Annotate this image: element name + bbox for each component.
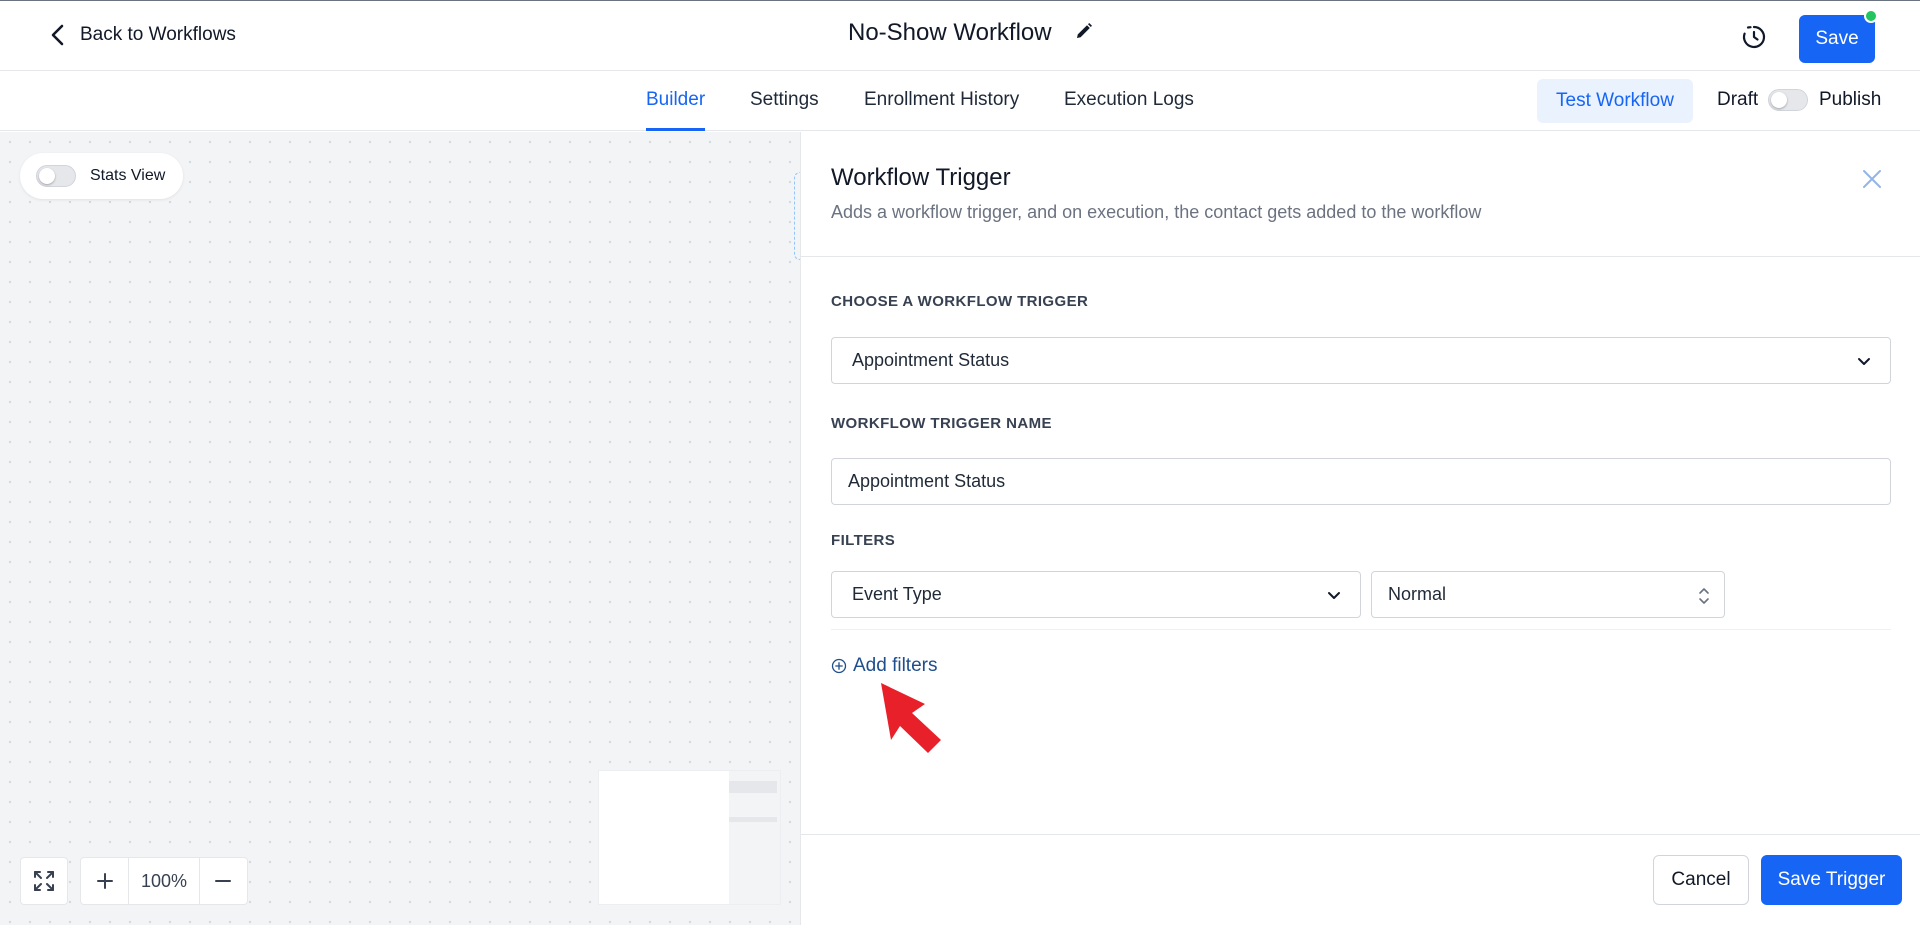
- minimap-viewport[interactable]: [599, 771, 729, 904]
- publish-label: Publish: [1819, 89, 1882, 110]
- stats-view-toggle[interactable]: [36, 165, 76, 187]
- toggle-knob: [1771, 92, 1787, 108]
- minus-icon: [215, 880, 232, 882]
- canvas-minimap[interactable]: [598, 770, 781, 905]
- stats-view-switch[interactable]: Stats View: [20, 153, 183, 199]
- publish-toggle[interactable]: [1768, 89, 1808, 111]
- choose-trigger-label: CHOOSE A WORKFLOW TRIGGER: [831, 293, 1089, 310]
- workflow-title-group: No-Show Workflow: [848, 19, 1094, 47]
- filter-field-select[interactable]: Event Type: [831, 571, 1361, 618]
- tab-execution-logs[interactable]: Execution Logs: [1064, 89, 1194, 111]
- fit-screen-icon: [34, 871, 54, 891]
- back-label: Back to Workflows: [80, 24, 236, 45]
- minimap-node: [729, 781, 777, 793]
- trigger-name-value: Appointment Status: [848, 471, 1006, 491]
- chevron-down-icon: [1328, 592, 1340, 599]
- tab-bar: Builder Settings Enrollment History Exec…: [0, 71, 1920, 131]
- fit-screen-button[interactable]: [20, 857, 68, 905]
- chevron-down-icon: [1858, 358, 1870, 365]
- trigger-select[interactable]: Appointment Status: [831, 337, 1891, 384]
- panel-footer-divider: [801, 834, 1920, 835]
- unsaved-status-dot: [1864, 9, 1878, 23]
- zoom-level: 100%: [128, 857, 200, 905]
- trigger-name-label: WORKFLOW TRIGGER NAME: [831, 415, 1052, 432]
- close-icon[interactable]: [1861, 168, 1883, 190]
- workflow-canvas[interactable]: Stats View 100%: [0, 132, 800, 925]
- zoom-out-button[interactable]: [200, 857, 247, 905]
- top-header: Back to Workflows No-Show Workflow Save: [0, 0, 1920, 71]
- test-workflow-button[interactable]: Test Workflow: [1537, 79, 1693, 123]
- add-circle-icon: [831, 658, 847, 674]
- cancel-button[interactable]: Cancel: [1653, 855, 1749, 905]
- workflow-trigger-panel: Workflow Trigger Adds a workflow trigger…: [800, 132, 1920, 925]
- save-trigger-button[interactable]: Save Trigger: [1761, 855, 1902, 905]
- filter-field-value: Event Type: [852, 584, 942, 604]
- active-tab-indicator: [646, 128, 705, 131]
- filters-label: FILTERS: [831, 532, 896, 549]
- save-button[interactable]: Save: [1799, 15, 1875, 63]
- tab-enrollment-history[interactable]: Enrollment History: [864, 89, 1019, 111]
- chevron-up-down-icon: [1699, 588, 1709, 604]
- filter-value-select[interactable]: Normal: [1371, 571, 1725, 618]
- toggle-knob: [39, 168, 55, 184]
- trigger-select-value: Appointment Status: [852, 350, 1010, 370]
- history-icon[interactable]: [1740, 23, 1768, 51]
- draft-label: Draft: [1717, 89, 1759, 110]
- stats-view-label: Stats View: [90, 167, 166, 184]
- red-arrow-icon: [881, 683, 941, 753]
- filter-row-divider: [831, 629, 1891, 630]
- add-filters-button[interactable]: Add filters: [831, 655, 937, 677]
- filter-value-text: Normal: [1388, 584, 1447, 604]
- plus-icon: [96, 873, 113, 889]
- add-filters-label: Add filters: [853, 655, 938, 676]
- zoom-in-button[interactable]: [81, 857, 128, 905]
- minimap-node: [729, 817, 777, 822]
- zoom-controls: 100%: [80, 857, 248, 905]
- tab-builder[interactable]: Builder: [646, 89, 705, 111]
- edit-title-pencil-icon[interactable]: [1074, 21, 1094, 46]
- panel-subtitle: Adds a workflow trigger, and on executio…: [831, 202, 1482, 222]
- panel-title: Workflow Trigger: [831, 164, 1011, 191]
- page-title: No-Show Workflow: [848, 19, 1052, 46]
- trigger-name-input[interactable]: Appointment Status: [831, 458, 1891, 505]
- panel-divider: [801, 256, 1920, 257]
- tab-settings[interactable]: Settings: [750, 89, 819, 111]
- chevron-left-icon: [51, 24, 64, 46]
- back-to-workflows-link[interactable]: Back to Workflows: [48, 23, 236, 47]
